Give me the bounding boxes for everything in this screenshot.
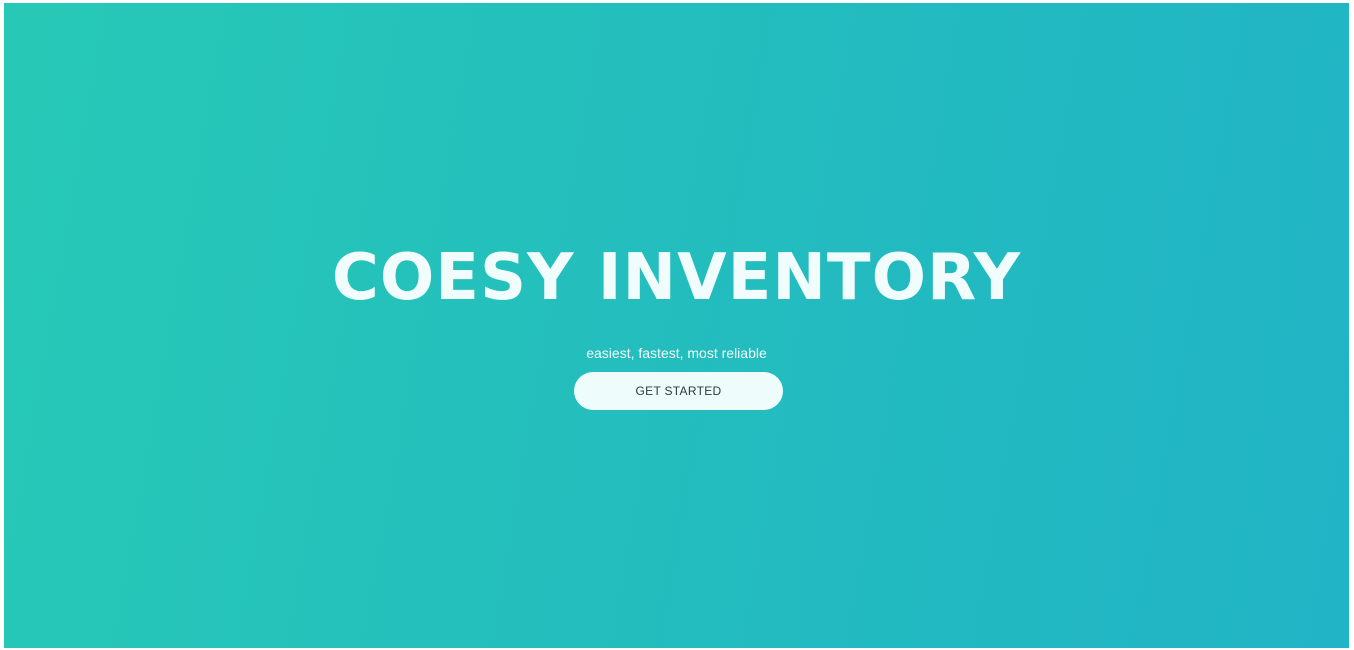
hero-title: COESY INVENTORY <box>331 241 1022 315</box>
landing-page: COESY INVENTORY easiest, fastest, most r… <box>4 3 1349 648</box>
hero-section: COESY INVENTORY easiest, fastest, most r… <box>4 3 1349 648</box>
get-started-button[interactable]: GET STARTED <box>574 372 783 410</box>
hero-subtitle: easiest, fastest, most reliable <box>586 345 767 361</box>
